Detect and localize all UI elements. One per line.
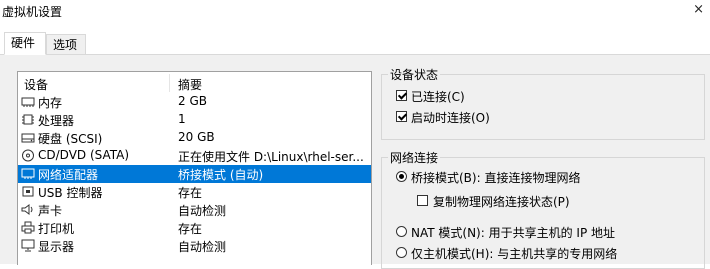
network-connection-title: 网络连接 — [388, 149, 441, 166]
device-status-group — [381, 74, 705, 140]
nat-label[interactable]: NAT 模式(N): 用于共享主机的 IP 地址 — [411, 224, 615, 241]
connected-label[interactable]: 已连接(C) — [411, 88, 465, 105]
printer-icon — [21, 221, 35, 234]
device-name: USB 控制器 — [38, 186, 103, 200]
connect-at-power-on-checkbox[interactable] — [396, 111, 407, 122]
device-row-sound-card[interactable]: 声卡 自动检测 — [18, 201, 371, 219]
device-name: 打印机 — [38, 222, 75, 236]
device-list[interactable]: 设备 摘要 内存 2 GB 处理器 1 硬盘 (SCSI) 20 GB CD/D… — [17, 71, 372, 265]
device-summary: 自动检测 — [178, 240, 227, 254]
device-summary: 20 GB — [178, 130, 215, 144]
tab-hardware[interactable]: 硬件 — [4, 32, 46, 55]
window-title: 虚拟机设置 — [2, 5, 63, 19]
connected-checkbox[interactable] — [396, 90, 407, 101]
usb-controller-icon — [21, 185, 35, 198]
device-row-usb-controller[interactable]: USB 控制器 存在 — [18, 183, 371, 201]
device-row-processor[interactable]: 处理器 1 — [18, 111, 371, 129]
device-name: 声卡 — [38, 204, 63, 218]
sound-card-icon — [21, 203, 35, 216]
host-only-label[interactable]: 仅主机模式(H): 与主机共享的专用网络 — [411, 245, 617, 262]
device-row-display[interactable]: 显示器 自动检测 — [18, 237, 371, 255]
device-summary: 桥接模式 (自动) — [178, 168, 264, 182]
cpu-icon — [21, 113, 35, 126]
device-summary: 自动检测 — [178, 204, 227, 218]
device-name: 处理器 — [38, 114, 75, 128]
device-name: CD/DVD (SATA) — [38, 148, 130, 162]
host-only-radio[interactable] — [396, 247, 407, 258]
device-status-title: 设备状态 — [388, 66, 441, 83]
replicate-state-label[interactable]: 复制物理网络连接状态(P) — [433, 193, 570, 210]
column-header-device[interactable]: 设备 — [24, 76, 48, 93]
device-row-printer[interactable]: 打印机 存在 — [18, 219, 371, 237]
memory-icon — [21, 95, 35, 108]
device-name: 硬盘 (SCSI) — [38, 132, 103, 146]
harddisk-icon — [21, 131, 35, 144]
nat-radio[interactable] — [396, 226, 407, 237]
close-icon[interactable]: × — [693, 2, 704, 17]
device-summary: 1 — [178, 112, 186, 126]
device-row-memory[interactable]: 内存 2 GB — [18, 93, 371, 111]
device-row-network-adapter[interactable]: 网络适配器 桥接模式 (自动) — [18, 165, 371, 183]
display-icon — [21, 239, 35, 252]
device-row-cd-dvd[interactable]: CD/DVD (SATA) 正在使用文件 D:\Linux\rhel-ser..… — [18, 147, 371, 165]
device-row-harddisk[interactable]: 硬盘 (SCSI) 20 GB — [18, 129, 371, 147]
list-header: 设备 摘要 — [18, 74, 371, 92]
column-divider[interactable] — [169, 74, 170, 92]
device-summary: 正在使用文件 D:\Linux\rhel-ser... — [178, 150, 364, 164]
device-summary: 存在 — [178, 186, 203, 200]
device-name: 网络适配器 — [38, 168, 99, 182]
bridged-radio[interactable] — [396, 171, 407, 182]
device-summary: 存在 — [178, 222, 203, 236]
device-summary: 2 GB — [178, 94, 207, 108]
title-bar: 虚拟机设置 × — [0, 0, 710, 26]
bridged-label[interactable]: 桥接模式(B): 直接连接物理网络 — [411, 169, 580, 186]
network-adapter-icon — [21, 167, 35, 180]
device-name: 显示器 — [38, 240, 75, 254]
tab-options[interactable]: 选项 — [46, 34, 86, 54]
replicate-state-checkbox[interactable] — [417, 195, 428, 206]
connect-at-power-on-label[interactable]: 启动时连接(O) — [411, 109, 490, 126]
column-header-summary[interactable]: 摘要 — [178, 76, 202, 93]
device-name: 内存 — [38, 96, 63, 110]
cd-dvd-icon — [21, 149, 35, 162]
